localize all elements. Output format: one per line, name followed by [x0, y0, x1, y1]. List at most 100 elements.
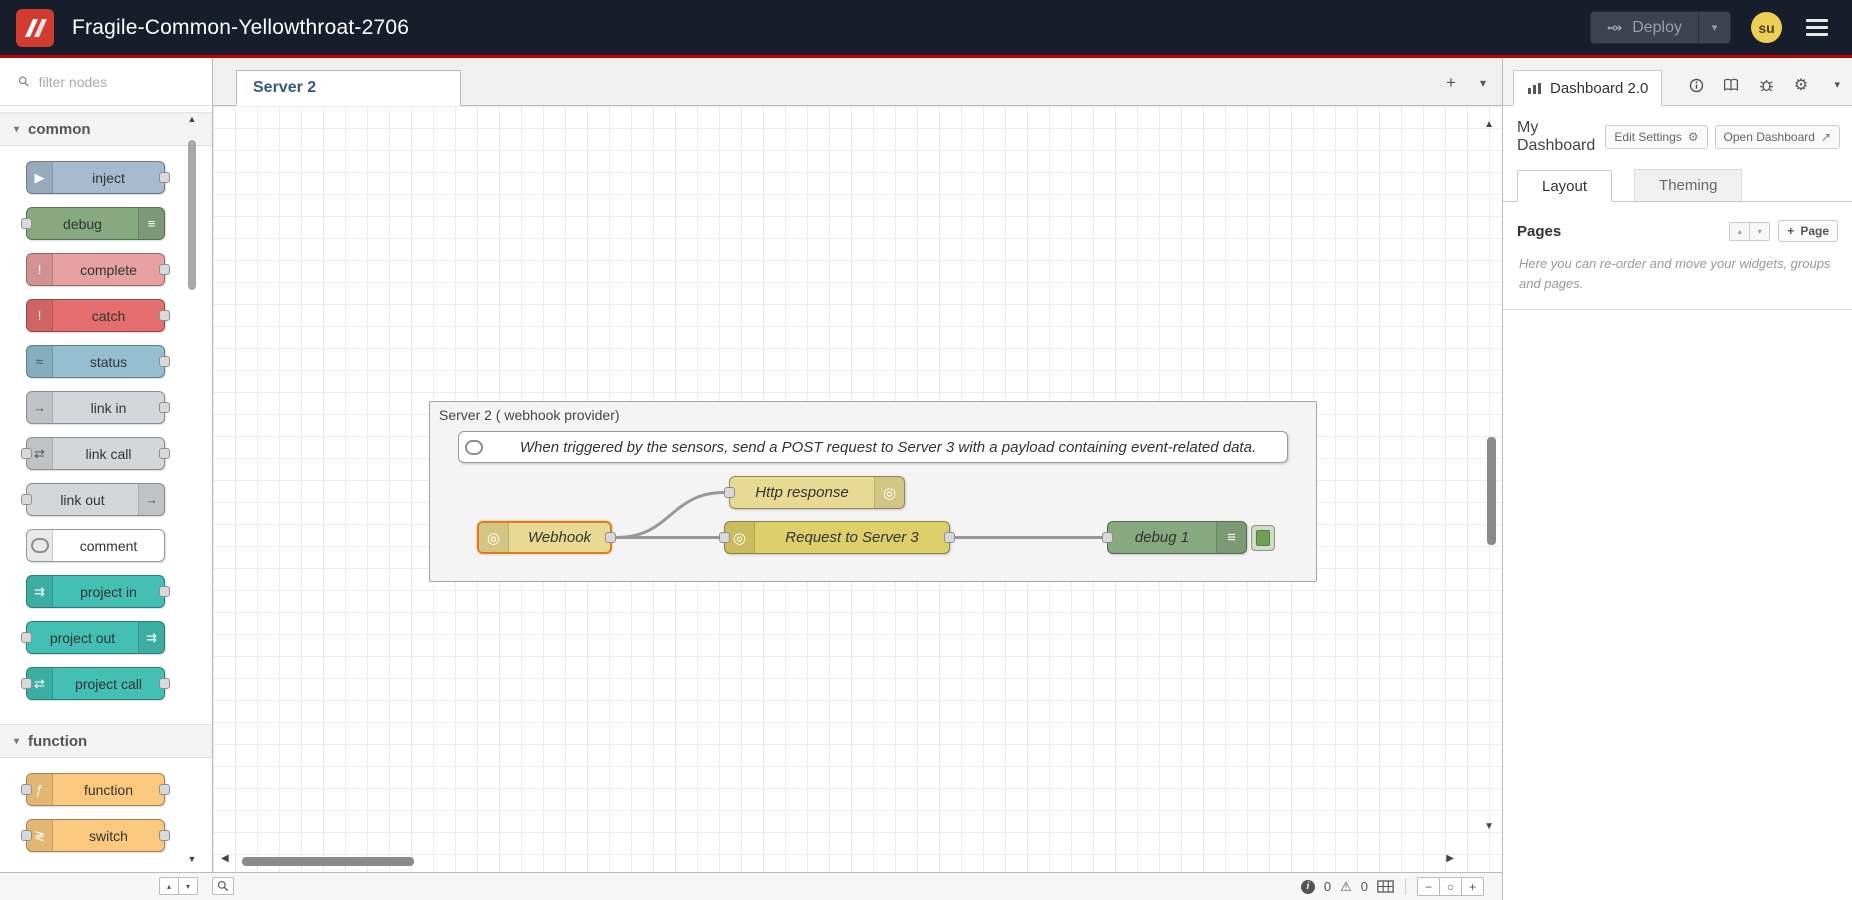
deploy-options-button[interactable]: ▾ — [1698, 12, 1730, 43]
palette-collapse-down-button[interactable]: ▾ — [178, 877, 198, 895]
palette-node-link-out[interactable]: →link out — [26, 483, 165, 516]
palette-node-catch[interactable]: !catch — [26, 299, 165, 332]
sidebar-menu-button[interactable]: ▾ — [1834, 78, 1840, 91]
search-flows-button[interactable] — [212, 877, 234, 895]
debug-bug-icon[interactable] — [1757, 77, 1775, 93]
palette-node-project-call[interactable]: ⇄project call — [26, 667, 165, 700]
add-page-button[interactable]: + Page — [1778, 220, 1838, 242]
filter-nodes-input[interactable] — [37, 73, 194, 91]
palette-node-inject[interactable]: ▶inject — [26, 161, 165, 194]
notifications-info-icon[interactable]: i — [1301, 880, 1315, 894]
port-out[interactable] — [159, 678, 170, 689]
wire[interactable] — [617, 493, 724, 538]
port-out[interactable] — [159, 172, 170, 183]
node-debug1[interactable]: ≡debug 1 — [1107, 521, 1247, 554]
scroll-up-icon[interactable]: ▲ — [186, 114, 198, 124]
canvas-scroll-left-icon[interactable]: ◀ — [221, 854, 229, 864]
canvas-horizontal-scrollbar[interactable] — [242, 857, 414, 866]
palette-node-label: switch — [53, 820, 164, 851]
port-out[interactable] — [159, 586, 170, 597]
palette-collapse-up-button[interactable]: ▴ — [159, 877, 179, 895]
page-move-up-button[interactable]: ▴ — [1729, 222, 1750, 241]
palette-node-project-in[interactable]: ⇉project in — [26, 575, 165, 608]
palette-node-link-call[interactable]: ⇄link call — [26, 437, 165, 470]
deploy-button[interactable]: Deploy ▾ — [1590, 11, 1731, 44]
port-out[interactable] — [159, 830, 170, 841]
page-move-down-button[interactable]: ▾ — [1749, 222, 1770, 241]
scroll-down-icon[interactable]: ▼ — [186, 854, 198, 864]
port-out[interactable] — [159, 356, 170, 367]
dashboard-tab-label: Dashboard 2.0 — [1550, 80, 1648, 97]
flow-canvas[interactable]: Server 2 ( webhook provider) When trigge… — [213, 106, 1502, 872]
info-tab-icon[interactable] — [1687, 77, 1705, 93]
palette-node-status[interactable]: ≈status — [26, 345, 165, 378]
canvas-vertical-scrollbar[interactable] — [1487, 437, 1496, 545]
main-menu-button[interactable] — [1802, 15, 1832, 40]
node-http-response[interactable]: ◎Http response — [729, 476, 905, 509]
tab-server-2[interactable]: Server 2 — [236, 70, 461, 106]
zoom-out-button[interactable]: − — [1417, 877, 1440, 896]
canvas-scroll-right-icon[interactable]: ▶ — [1446, 854, 1454, 864]
edit-settings-button[interactable]: Edit Settings ⚙ — [1605, 125, 1707, 149]
palette-category-function[interactable]: ▾function — [0, 724, 212, 758]
palette-node-debug[interactable]: ≡debug — [26, 207, 165, 240]
port-out[interactable] — [944, 532, 955, 543]
port-in[interactable] — [21, 218, 32, 229]
palette-scrollbar-thumb[interactable] — [188, 140, 196, 290]
palette-node-comment[interactable]: comment — [26, 529, 165, 562]
add-flow-button[interactable]: + — [1438, 70, 1464, 96]
canvas-scroll-down-icon[interactable]: ▼ — [1484, 822, 1494, 832]
node-comment1[interactable]: When triggered by the sensors, send a PO… — [458, 431, 1288, 463]
canvas-scroll-up-icon[interactable]: ▲ — [1484, 120, 1494, 130]
palette-node-link-in[interactable]: →link in — [26, 391, 165, 424]
port-in[interactable] — [21, 448, 32, 459]
deploy-label: Deploy — [1632, 19, 1682, 37]
node-red-logo-icon[interactable] — [16, 9, 54, 47]
open-dashboard-button[interactable]: Open Dashboard ↗ — [1715, 125, 1840, 149]
port-in[interactable] — [21, 494, 32, 505]
navigator-icon[interactable] — [1377, 880, 1394, 893]
tab-theming[interactable]: Theming — [1634, 169, 1742, 201]
palette-node-complete[interactable]: !complete — [26, 253, 165, 286]
zoom-in-button[interactable]: + — [1461, 877, 1484, 896]
zoom-reset-button[interactable]: ○ — [1439, 877, 1462, 896]
tab-dashboard-2[interactable]: Dashboard 2.0 — [1513, 70, 1662, 106]
debug-toggle-button[interactable] — [1251, 525, 1275, 551]
help-book-icon[interactable] — [1722, 77, 1740, 93]
dashboard-sidebar: My Dashboard Edit Settings ⚙ Open Dashbo… — [1502, 106, 1852, 900]
debug-icon: ≡ — [138, 208, 164, 239]
palette-category-common[interactable]: ▾common — [0, 112, 212, 146]
node-label: debug 1 — [1108, 522, 1216, 553]
node-webhook[interactable]: ◎Webhook — [477, 521, 612, 554]
deploy-icon — [1607, 21, 1623, 35]
palette-scrollbar[interactable]: ▲ ▼ — [186, 114, 198, 864]
header-bar: Fragile-Common-Yellowthroat-2706 Deploy … — [0, 0, 1852, 55]
port-in[interactable] — [1102, 532, 1113, 543]
port-in[interactable] — [719, 532, 730, 543]
port-out[interactable] — [159, 264, 170, 275]
palette-node-project-out[interactable]: ⇉project out — [26, 621, 165, 654]
port-out[interactable] — [605, 532, 616, 543]
catch-icon: ! — [27, 300, 53, 331]
palette-node-label: link out — [27, 484, 138, 515]
port-in[interactable] — [21, 830, 32, 841]
port-in[interactable] — [21, 784, 32, 795]
port-out[interactable] — [159, 402, 170, 413]
port-in[interactable] — [21, 632, 32, 643]
palette-node-switch[interactable]: ≷switch — [26, 819, 165, 852]
flow-list-button[interactable]: ▾ — [1470, 70, 1496, 96]
port-out[interactable] — [159, 448, 170, 459]
port-out[interactable] — [159, 310, 170, 321]
warning-icon[interactable]: ⚠ — [1340, 879, 1352, 895]
node-request[interactable]: ◎Request to Server 3 — [724, 521, 950, 554]
palette-node-function[interactable]: ƒfunction — [26, 773, 165, 806]
user-avatar[interactable]: su — [1751, 12, 1782, 43]
filter-nodes-box[interactable] — [12, 68, 200, 96]
node-label: Webhook — [509, 523, 610, 552]
tab-layout[interactable]: Layout — [1517, 170, 1612, 202]
settings-gear-icon[interactable]: ⚙ — [1792, 77, 1810, 93]
port-out[interactable] — [159, 784, 170, 795]
port-in[interactable] — [21, 678, 32, 689]
port-in[interactable] — [724, 487, 735, 498]
add-page-label: Page — [1800, 224, 1829, 238]
